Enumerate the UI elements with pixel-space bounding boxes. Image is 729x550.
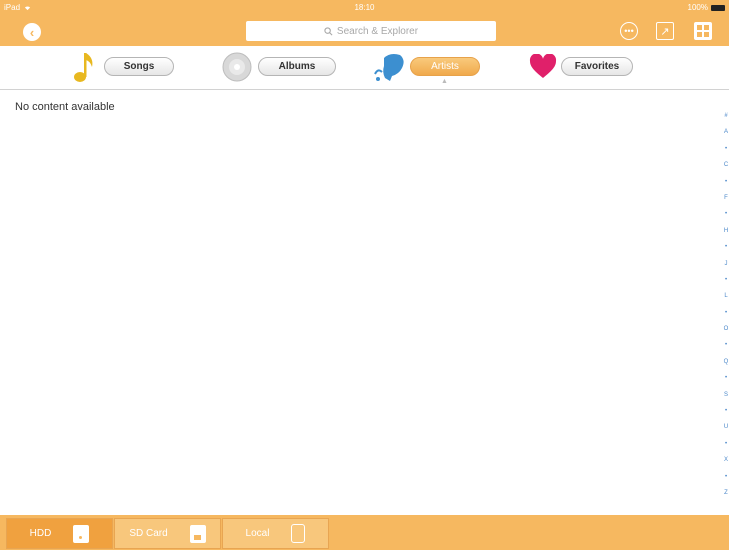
index-letter[interactable]: • (725, 403, 727, 419)
index-letter[interactable]: O (724, 321, 729, 337)
index-letter[interactable]: • (725, 436, 727, 452)
index-letter[interactable]: L (724, 288, 727, 304)
storage-tab-local[interactable]: Local (222, 518, 329, 549)
tab-songs-label: Songs (123, 61, 155, 72)
index-letter[interactable]: • (725, 141, 727, 157)
index-letter[interactable]: • (725, 305, 727, 321)
index-letter[interactable]: C (724, 157, 728, 173)
index-letter[interactable]: • (725, 337, 727, 353)
artist-icon[interactable] (372, 50, 408, 84)
back-arrow-icon: ‹ (29, 24, 35, 40)
active-tab-indicator: ▲ (441, 78, 448, 85)
index-letter[interactable]: Q (724, 354, 729, 370)
storage-tab-local-label: Local (245, 528, 270, 539)
index-letter[interactable]: • (725, 469, 727, 485)
category-tabs: Songs Albums Artists ▲ Favorites (0, 46, 729, 90)
index-letter[interactable]: Z (724, 485, 728, 501)
back-button[interactable]: ‹ (23, 23, 41, 41)
index-letter[interactable]: # (724, 108, 727, 124)
tab-favorites-label: Favorites (574, 61, 620, 72)
alphabet-index[interactable]: # A • C • F • H • J • L • O • Q • S • U … (721, 108, 729, 501)
empty-state-message: No content available (15, 101, 115, 113)
index-letter[interactable]: S (724, 387, 728, 403)
status-time: 18:10 (354, 3, 375, 12)
tab-artists-label: Artists (431, 61, 459, 72)
hdd-icon (73, 524, 90, 543)
battery-icon (711, 4, 725, 11)
tab-artists[interactable]: Artists (410, 57, 480, 76)
index-letter[interactable]: • (725, 206, 727, 222)
grid-view-icon (697, 25, 709, 37)
more-icon: ••• (624, 25, 634, 36)
battery-percent: 100% (687, 3, 708, 12)
index-letter[interactable]: • (725, 272, 727, 288)
storage-tab-hdd-label: HDD (29, 528, 52, 539)
share-icon: ↗ (660, 25, 670, 38)
storage-tab-bar: HDD SD Card Local (0, 515, 729, 550)
index-letter[interactable]: J (725, 256, 728, 272)
index-letter[interactable]: A (724, 124, 728, 140)
index-letter[interactable]: • (725, 174, 727, 190)
music-note-icon[interactable] (72, 50, 98, 84)
share-button[interactable]: ↗ (656, 22, 674, 40)
ipad-icon (291, 524, 306, 543)
search-icon (324, 26, 333, 35)
heart-icon[interactable] (529, 54, 557, 80)
index-letter[interactable]: X (724, 452, 728, 468)
search-bar[interactable]: Search & Explorer (246, 21, 496, 41)
storage-tab-sd-card-label: SD Card (129, 528, 168, 539)
tab-favorites[interactable]: Favorites (561, 57, 633, 76)
top-toolbar: iPad 18:10 100% ‹ Search & Explorer ••• … (0, 0, 729, 46)
index-letter[interactable]: • (725, 370, 727, 386)
index-letter[interactable]: U (724, 419, 728, 435)
search-placeholder: Search & Explorer (336, 25, 419, 37)
sd-card-icon (189, 524, 206, 543)
tab-albums-label: Albums (278, 61, 316, 72)
tab-songs[interactable]: Songs (104, 57, 174, 76)
storage-tab-hdd[interactable]: HDD (6, 518, 113, 549)
disc-icon[interactable] (222, 52, 252, 82)
index-letter[interactable]: F (724, 190, 728, 206)
tab-albums[interactable]: Albums (258, 57, 336, 76)
grid-view-button[interactable] (694, 22, 712, 40)
status-bar: iPad 18:10 100% (0, 0, 729, 14)
index-letter[interactable]: • (725, 239, 727, 255)
storage-tab-sd-card[interactable]: SD Card (114, 518, 221, 549)
index-letter[interactable]: H (724, 223, 728, 239)
more-button[interactable]: ••• (620, 22, 638, 40)
